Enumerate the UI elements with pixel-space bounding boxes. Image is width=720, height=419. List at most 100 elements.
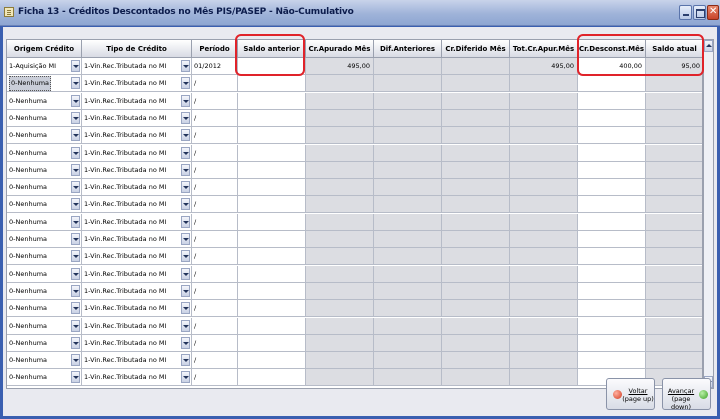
dropdown-arrow-icon[interactable]: [181, 198, 190, 211]
column-header-cr-desconst-mes[interactable]: Cr.Desconst.Mês: [578, 40, 646, 58]
cell-periodo[interactable]: /: [192, 300, 238, 318]
dropdown-arrow-icon[interactable]: [181, 146, 190, 159]
dropdown-arrow-icon[interactable]: [71, 250, 80, 263]
dropdown-arrow-icon[interactable]: [181, 354, 190, 367]
dropdown-arrow-icon[interactable]: [71, 215, 80, 228]
cell-tipo-de-credito[interactable]: 1-Vin.Rec.Tributada no MI: [82, 75, 192, 93]
cell-tipo-de-credito[interactable]: 1-Vin.Rec.Tributada no MI: [82, 144, 192, 162]
dropdown-arrow-icon[interactable]: [181, 111, 190, 124]
cell-cr-desconst-mes[interactable]: [578, 92, 646, 110]
cell-tipo-de-credito[interactable]: 1-Vin.Rec.Tributada no MI: [82, 58, 192, 75]
cell-saldo-anterior[interactable]: [238, 334, 306, 352]
cell-origem-credito[interactable]: 0-Nenhuma: [7, 369, 82, 387]
cell-cr-desconst-mes[interactable]: [578, 265, 646, 283]
column-header-cr-diferido-mes[interactable]: Cr.Diferido Mês: [442, 40, 510, 58]
dropdown-arrow-icon[interactable]: [181, 163, 190, 176]
cell-cr-desconst-mes[interactable]: [578, 282, 646, 300]
cell-periodo[interactable]: 01/2012: [192, 58, 238, 75]
cell-tipo-de-credito[interactable]: 1-Vin.Rec.Tributada no MI: [82, 213, 192, 231]
cell-tipo-de-credito[interactable]: 1-Vin.Rec.Tributada no MI: [82, 334, 192, 352]
column-header-saldo-anterior[interactable]: Saldo anterior: [238, 40, 306, 58]
cell-tipo-de-credito[interactable]: 1-Vin.Rec.Tributada no MI: [82, 248, 192, 266]
cell-origem-credito[interactable]: 0-Nenhuma: [7, 127, 82, 145]
dropdown-arrow-icon[interactable]: [71, 77, 80, 90]
dropdown-arrow-icon[interactable]: [181, 77, 190, 90]
cell-tipo-de-credito[interactable]: 1-Vin.Rec.Tributada no MI: [82, 196, 192, 214]
cell-tipo-de-credito[interactable]: 1-Vin.Rec.Tributada no MI: [82, 109, 192, 127]
cell-tipo-de-credito[interactable]: 1-Vin.Rec.Tributada no MI: [82, 300, 192, 318]
scroll-up-arrow-icon[interactable]: [704, 40, 713, 52]
cell-cr-desconst-mes[interactable]: [578, 334, 646, 352]
cell-origem-credito[interactable]: 0-Nenhuma: [7, 196, 82, 214]
dropdown-arrow-icon[interactable]: [71, 111, 80, 124]
cell-saldo-anterior[interactable]: [238, 109, 306, 127]
cell-periodo[interactable]: /: [192, 213, 238, 231]
cell-origem-credito[interactable]: 0-Nenhuma: [7, 213, 82, 231]
cell-saldo-anterior[interactable]: [238, 282, 306, 300]
cell-cr-desconst-mes[interactable]: [578, 196, 646, 214]
cell-origem-credito[interactable]: 0-Nenhuma: [7, 317, 82, 335]
dropdown-arrow-icon[interactable]: [71, 146, 80, 159]
dropdown-arrow-icon[interactable]: [181, 319, 190, 332]
cell-periodo[interactable]: /: [192, 75, 238, 93]
cell-periodo[interactable]: /: [192, 352, 238, 370]
cell-saldo-anterior[interactable]: [238, 352, 306, 370]
cell-origem-credito[interactable]: 0-Nenhuma: [7, 300, 82, 318]
cell-origem-credito[interactable]: 0-Nenhuma: [7, 75, 82, 93]
cell-saldo-anterior[interactable]: [238, 213, 306, 231]
dropdown-arrow-icon[interactable]: [71, 198, 80, 211]
close-button[interactable]: [707, 5, 719, 20]
dropdown-arrow-icon[interactable]: [181, 129, 190, 142]
cell-origem-credito[interactable]: 0-Nenhuma: [7, 352, 82, 370]
cell-saldo-anterior[interactable]: [238, 58, 306, 75]
dropdown-arrow-icon[interactable]: [71, 267, 80, 280]
cell-cr-desconst-mes[interactable]: [578, 144, 646, 162]
cell-cr-desconst-mes[interactable]: [578, 300, 646, 318]
cell-periodo[interactable]: /: [192, 161, 238, 179]
dropdown-arrow-icon[interactable]: [181, 181, 190, 194]
cell-saldo-anterior[interactable]: [238, 248, 306, 266]
cell-tipo-de-credito[interactable]: 1-Vin.Rec.Tributada no MI: [82, 231, 192, 248]
cell-periodo[interactable]: /: [192, 127, 238, 145]
cell-origem-credito[interactable]: 0-Nenhuma: [7, 161, 82, 179]
dropdown-arrow-icon[interactable]: [181, 60, 190, 72]
cell-saldo-anterior[interactable]: [238, 161, 306, 179]
cell-periodo[interactable]: /: [192, 282, 238, 300]
cell-periodo[interactable]: /: [192, 179, 238, 197]
dropdown-arrow-icon[interactable]: [71, 284, 80, 297]
cell-tipo-de-credito[interactable]: 1-Vin.Rec.Tributada no MI: [82, 282, 192, 300]
cell-saldo-anterior[interactable]: [238, 92, 306, 110]
cell-tipo-de-credito[interactable]: 1-Vin.Rec.Tributada no MI: [82, 127, 192, 145]
cell-origem-credito[interactable]: 0-Nenhuma: [7, 92, 82, 110]
column-header-tipo-de-credito[interactable]: Tipo de Crédito: [82, 40, 192, 58]
cell-cr-desconst-mes[interactable]: [578, 317, 646, 335]
cell-periodo[interactable]: /: [192, 334, 238, 352]
cell-origem-credito[interactable]: 0-Nenhuma: [7, 265, 82, 283]
cell-periodo[interactable]: /: [192, 248, 238, 266]
cell-saldo-anterior[interactable]: [238, 196, 306, 214]
dropdown-arrow-icon[interactable]: [71, 354, 80, 367]
cell-periodo[interactable]: /: [192, 92, 238, 110]
cell-cr-desconst-mes[interactable]: [578, 161, 646, 179]
cell-origem-credito[interactable]: 0-Nenhuma: [7, 248, 82, 266]
cell-tipo-de-credito[interactable]: 1-Vin.Rec.Tributada no MI: [82, 179, 192, 197]
cell-cr-desconst-mes[interactable]: [578, 75, 646, 93]
cell-origem-credito[interactable]: 0-Nenhuma: [7, 231, 82, 248]
cell-tipo-de-credito[interactable]: 1-Vin.Rec.Tributada no MI: [82, 92, 192, 110]
dropdown-arrow-icon[interactable]: [71, 181, 80, 194]
column-header-saldo-atual[interactable]: Saldo atual: [646, 40, 702, 58]
cell-origem-credito[interactable]: 0-Nenhuma: [7, 109, 82, 127]
grid-vertical-scrollbar[interactable]: [703, 39, 714, 389]
cell-saldo-anterior[interactable]: [238, 127, 306, 145]
cell-tipo-de-credito[interactable]: 1-Vin.Rec.Tributada no MI: [82, 317, 192, 335]
cell-cr-desconst-mes[interactable]: [578, 127, 646, 145]
column-header-origem-credito[interactable]: Origem Crédito: [7, 40, 82, 58]
cell-periodo[interactable]: /: [192, 231, 238, 248]
dropdown-arrow-icon[interactable]: [181, 302, 190, 315]
cell-saldo-anterior[interactable]: [238, 317, 306, 335]
dropdown-arrow-icon[interactable]: [71, 371, 80, 384]
cell-tipo-de-credito[interactable]: 1-Vin.Rec.Tributada no MI: [82, 161, 192, 179]
dropdown-arrow-icon[interactable]: [71, 163, 80, 176]
cell-saldo-anterior[interactable]: [238, 179, 306, 197]
cell-tipo-de-credito[interactable]: 1-Vin.Rec.Tributada no MI: [82, 369, 192, 387]
